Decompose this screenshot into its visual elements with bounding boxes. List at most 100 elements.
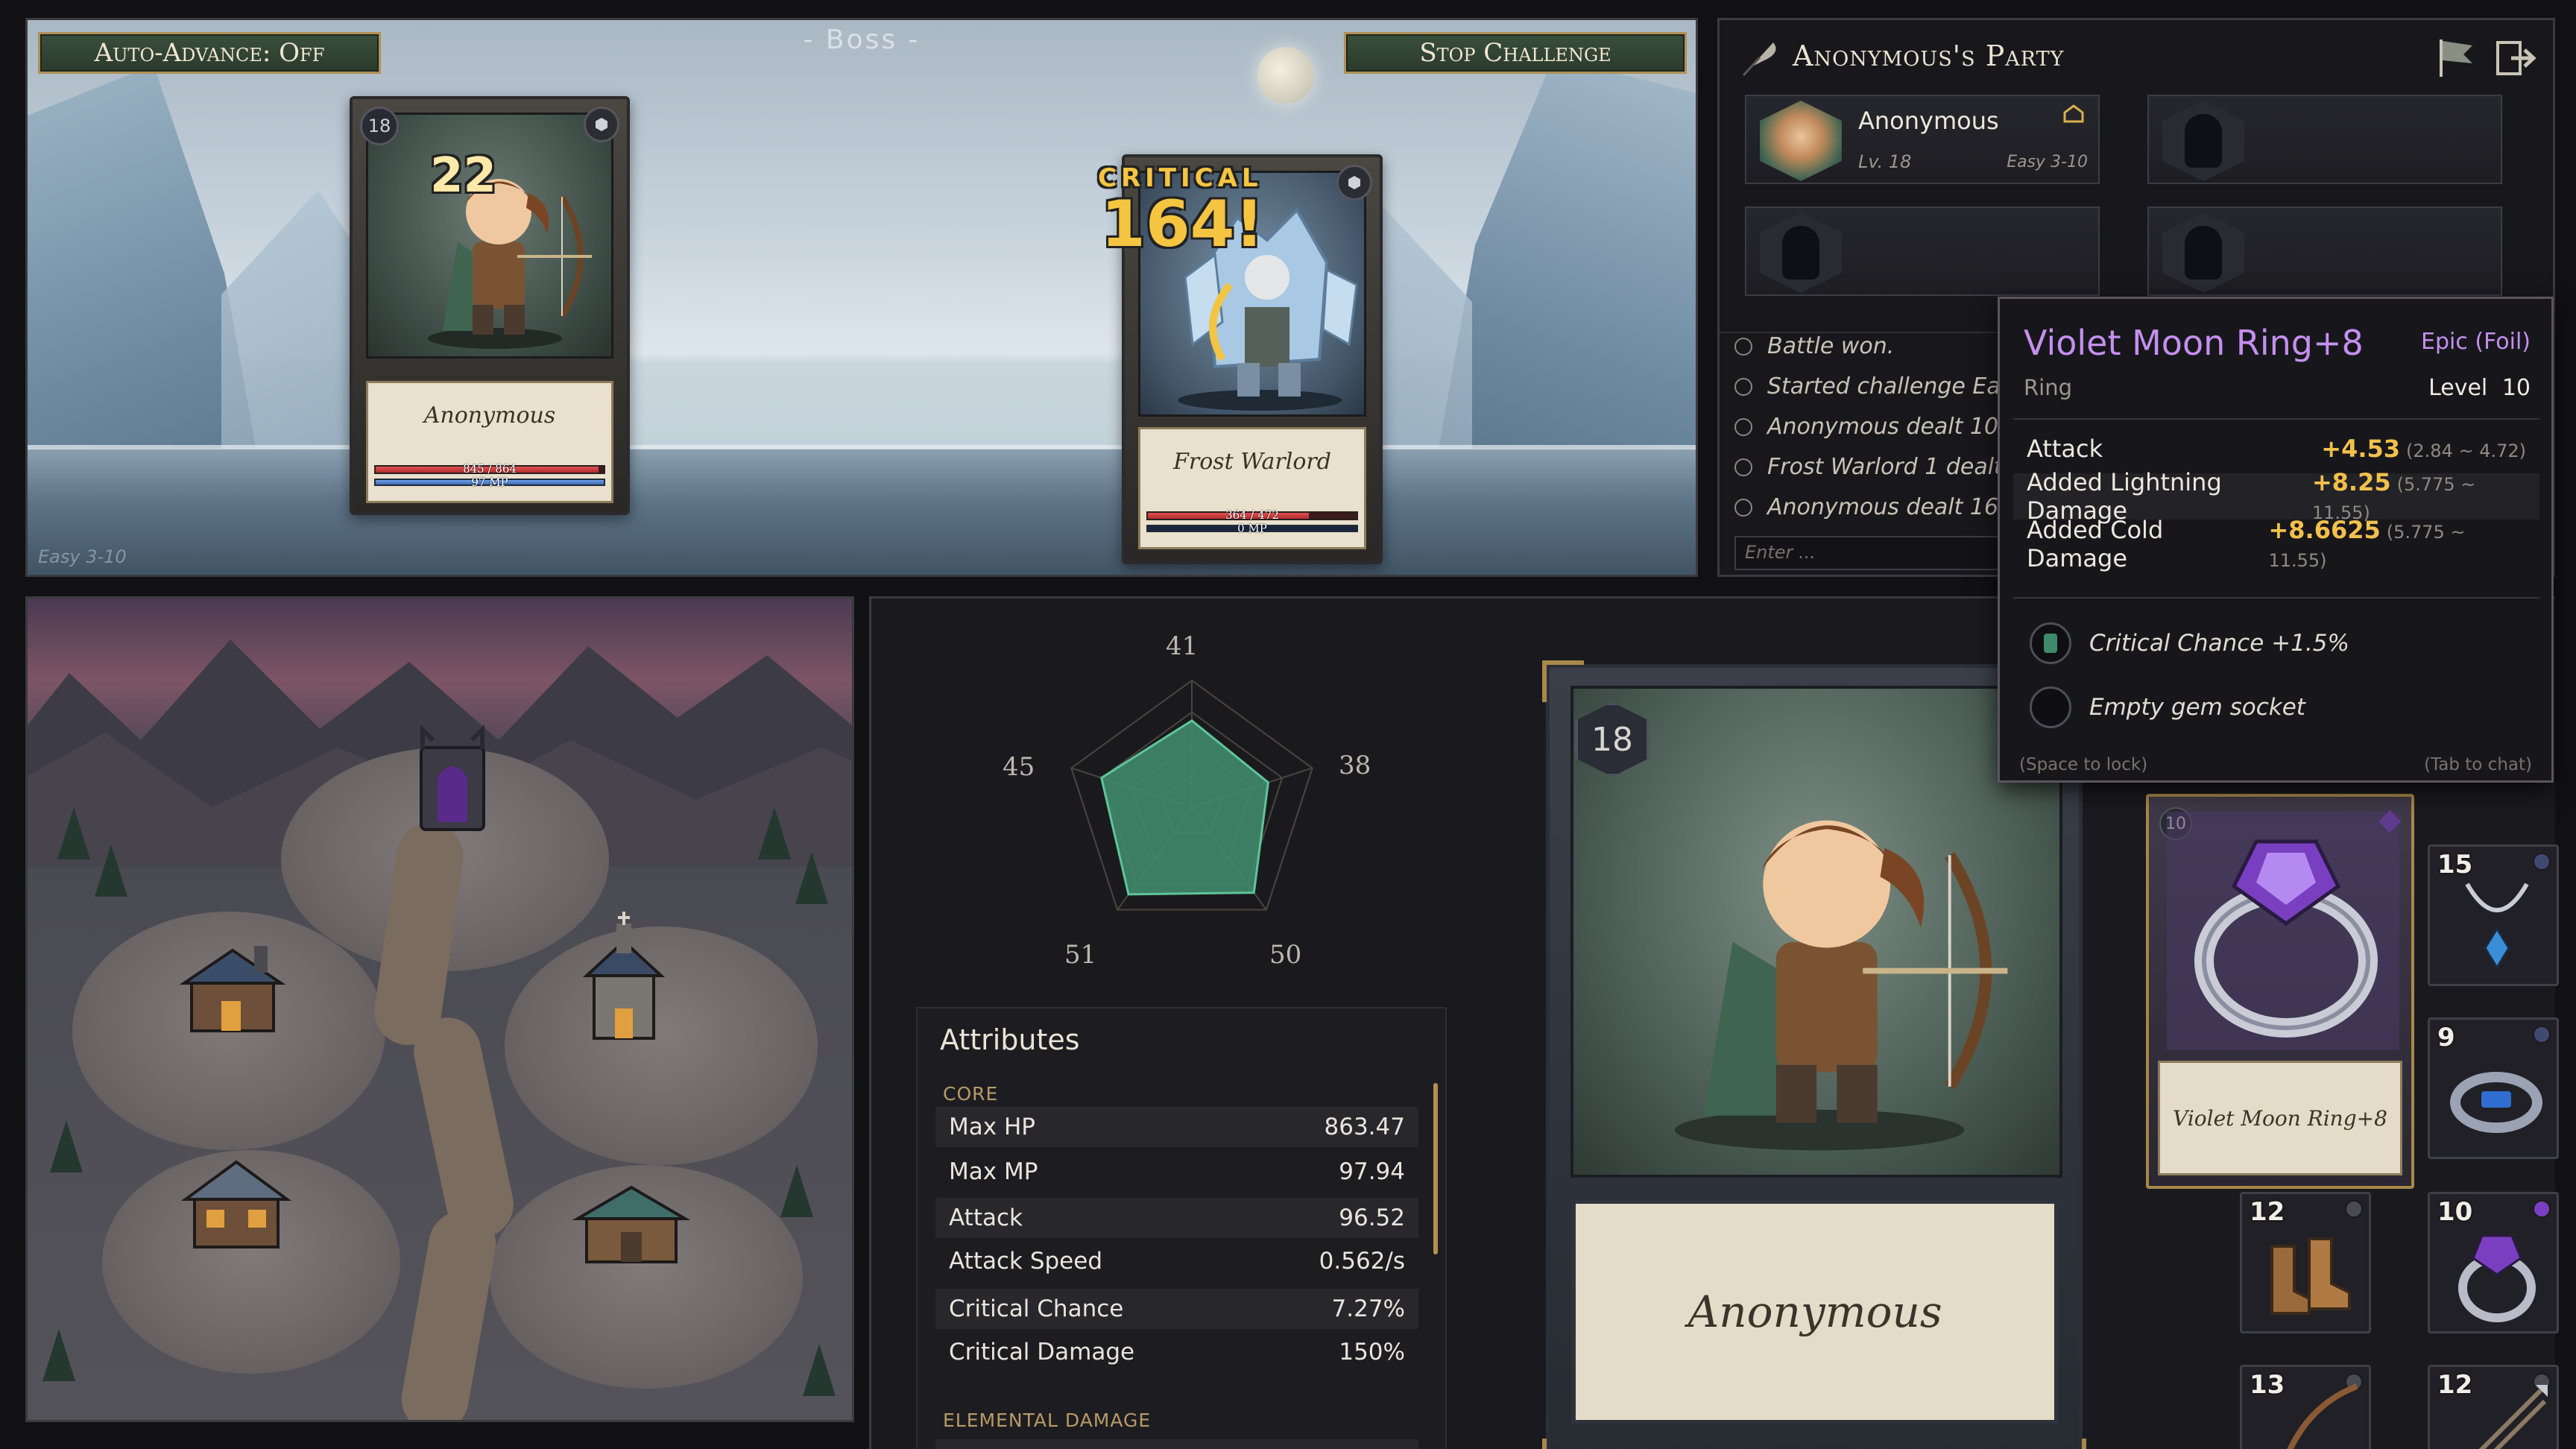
tree-icon <box>780 1165 813 1217</box>
flag-icon[interactable] <box>2434 35 2478 80</box>
gem-socket-icon <box>584 107 619 142</box>
radar-label-left: 45 <box>1003 752 1035 782</box>
tooltip-stat-row: Added Lightning Damage +8.25 (5.775 ~ 11.… <box>2013 468 2539 525</box>
tree-icon <box>50 1120 83 1172</box>
ice-ground <box>28 449 1696 575</box>
gem-socket-icon <box>1336 165 1372 201</box>
tooltip-item-type: Ring <box>2024 375 2072 400</box>
tree-icon <box>57 807 90 859</box>
archer-icon <box>1674 820 2008 1151</box>
enemy-nameplate: Frost Warlord 364 / 472 0 MP <box>1138 427 1366 549</box>
ring-card-name: Violet Moon Ring+8 <box>2158 1061 2402 1175</box>
chapel-icon[interactable] <box>579 912 669 1046</box>
battle-log-line: Anonymous dealt 10 <box>1734 414 1998 440</box>
equip-slot-ring[interactable]: 10 <box>2428 1192 2559 1333</box>
socketed-gem-icon <box>2030 622 2071 664</box>
attribute-row: Critical Damage 150% <box>935 1332 1418 1372</box>
tooltip-stat-row: Added Cold Damage +8.6625 (5.775 ~ 11.55) <box>2013 516 2539 572</box>
tree-icon <box>795 852 828 904</box>
party-slot-empty[interactable] <box>1745 206 2100 296</box>
log-text: Battle won. <box>1767 333 1895 359</box>
radar-label-bottom-left: 51 <box>1064 940 1097 970</box>
tooltip-stat-row: Attack +4.53 (2.84 ~ 4.72) <box>2013 426 2539 472</box>
attribute-row: Attack Speed 0.562/s <box>935 1241 1418 1281</box>
stat-radar-chart <box>1070 679 1313 911</box>
slot-level: 12 <box>2250 1197 2285 1227</box>
log-text: Frost Warlord 1 dealt <box>1767 454 2003 480</box>
blacksmith-icon[interactable] <box>177 941 288 1038</box>
elemental-section-label: ELEMENTAL DAMAGE <box>943 1409 1152 1431</box>
attr-name: Critical Chance <box>949 1295 1124 1322</box>
ring-item-card[interactable]: 10 Violet Moon Ring+8 <box>2146 794 2414 1189</box>
necklace-icon <box>2465 883 2529 970</box>
info-icon <box>1734 499 1752 517</box>
attribute-row: Max HP 863.47 <box>935 1107 1418 1147</box>
party-slot-member[interactable]: Anonymous Lv. 18 Easy 3-10 <box>1745 95 2100 184</box>
gem-icon <box>2533 1200 2551 1218</box>
tree-icon <box>42 1329 75 1381</box>
divider <box>2013 418 2539 420</box>
world-map[interactable] <box>25 596 854 1422</box>
stat-range: (2.84 ~ 4.72) <box>2406 441 2526 461</box>
exit-icon[interactable] <box>2493 35 2538 80</box>
core-section-label: CORE <box>943 1083 999 1105</box>
divider <box>2013 597 2539 599</box>
moon-icon <box>1257 47 1314 104</box>
equip-slot-necklace[interactable]: 15 <box>2428 845 2559 986</box>
empty-avatar-icon <box>1760 212 1842 293</box>
member-level: Lv. 18 <box>1858 151 1912 172</box>
attr-name: Max MP <box>949 1158 1038 1185</box>
tree-icon <box>95 845 127 897</box>
arrows-icon <box>2478 1385 2548 1449</box>
stop-challenge-button[interactable]: Stop Challenge <box>1344 32 1687 74</box>
battle-log-line: Battle won. <box>1734 333 1894 359</box>
card-corner <box>1542 1439 1584 1449</box>
gem-icon <box>2533 853 2551 871</box>
tooltip-rarity: Epic (Foil) <box>2421 329 2531 355</box>
attr-value: 150% <box>1339 1339 1405 1366</box>
attribute-row: Attack 96.52 <box>935 1198 1418 1238</box>
player-damage-number: 22 <box>430 148 497 203</box>
empty-avatar-icon <box>2162 212 2244 293</box>
player-nameplate: Anonymous 845 / 864 97 MP <box>366 381 613 503</box>
equip-slot-bow[interactable]: 13 <box>2240 1365 2371 1449</box>
player-mp-text: 97 MP <box>471 476 508 489</box>
stat-value: +8.6625 <box>2268 516 2381 544</box>
log-text: Started challenge Eas <box>1767 373 2012 400</box>
battle-panel: - Boss - Auto-Advance: Off Stop Challeng… <box>25 18 1698 577</box>
attr-value: 863.47 <box>1324 1114 1405 1140</box>
tooltip-empty-socket: Empty gem socket <box>2030 686 2305 728</box>
attr-value: 96.52 <box>1339 1205 1405 1231</box>
tooltip-level-label: Level <box>2428 375 2488 401</box>
member-stage: Easy 3-10 <box>2007 153 2088 171</box>
violet-ring-icon <box>2167 812 2399 1050</box>
player-battle-card[interactable]: 18 22 Anonymous 845 / 864 97 MP <box>350 96 630 515</box>
auto-advance-button[interactable]: Auto-Advance: Off <box>38 32 381 74</box>
tooltip-level-value: 10 <box>2501 375 2531 401</box>
equip-slot-boots[interactable]: 12 <box>2240 1192 2371 1333</box>
attribute-row: Max MP 97.94 <box>935 1152 1418 1192</box>
party-slot-empty[interactable] <box>2147 95 2502 184</box>
tavern-icon[interactable] <box>177 1150 296 1254</box>
equip-slot-bracelet[interactable]: 9 <box>2428 1017 2559 1159</box>
portal-icon[interactable] <box>408 725 497 837</box>
radar-label-bottom-right: 50 <box>1269 940 1302 970</box>
gem-mod-text: Critical Chance +1.5% <box>2089 630 2349 657</box>
attr-value: 97.94 <box>1339 1158 1405 1185</box>
equip-slot-arrows[interactable]: 12 <box>2428 1365 2559 1449</box>
attr-name: Attack Speed <box>949 1248 1102 1275</box>
market-icon[interactable] <box>572 1180 691 1269</box>
attribute-row-partial <box>935 1439 1418 1449</box>
attributes-scrollbar[interactable] <box>1433 1083 1438 1254</box>
info-icon <box>1734 378 1752 396</box>
party-slot-empty[interactable] <box>2147 206 2502 296</box>
info-icon <box>1734 418 1752 436</box>
attr-value: 7.27% <box>1331 1295 1405 1322</box>
slot-level: 15 <box>2437 850 2473 880</box>
gem-icon <box>2345 1200 2363 1218</box>
boots-icon <box>2270 1237 2351 1315</box>
leader-crown-icon <box>2063 104 2084 123</box>
party-title: Anonymous's Party <box>1793 40 2065 72</box>
bow-icon <box>2287 1383 2358 1449</box>
road <box>407 1011 520 1245</box>
